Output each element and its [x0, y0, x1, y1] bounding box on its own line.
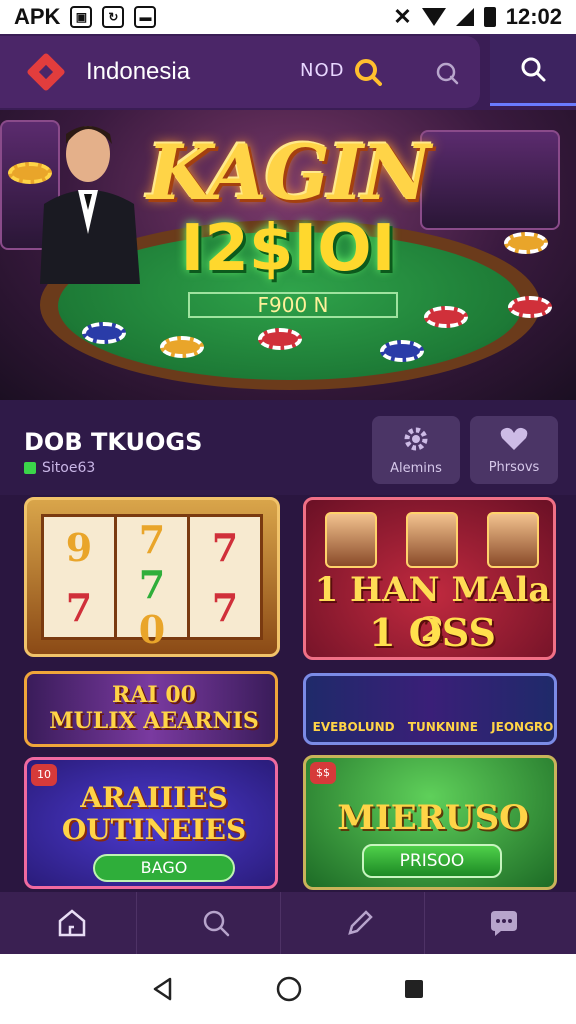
pencil-icon: [347, 910, 373, 935]
status-bar: APK ▣ ↻ ▬ ✕ 12:02: [0, 0, 576, 34]
banner-card[interactable]: RAI 00 MULIX AEARNIS: [24, 671, 278, 747]
hero-jackpot: I2$IOI: [180, 212, 396, 286]
section-subtitle-text: Sitoe63: [42, 460, 96, 476]
character-label: TUNKNINE: [407, 720, 478, 734]
status-right: ✕ 12:02: [393, 4, 562, 30]
bottom-nav: [0, 892, 576, 954]
hero-subtitle: F900 N: [188, 292, 398, 318]
banner-line: RAI 00: [112, 682, 196, 708]
promo-button[interactable]: BAGO: [93, 854, 235, 882]
logo-icon[interactable]: [26, 52, 66, 92]
reel-symbol: 7: [138, 517, 166, 562]
slot-reel: 7 7 0: [117, 517, 190, 652]
reel-symbol: 7: [138, 562, 166, 607]
header-code: NOD: [300, 60, 345, 81]
promo-line: ARAIIIES: [80, 781, 228, 814]
search-tab-icon: [521, 57, 546, 81]
gear-icon: [404, 427, 428, 450]
search-icon[interactable]: [354, 58, 382, 86]
character-label: EVEBOLUND: [312, 720, 395, 734]
status-label: APK: [14, 4, 61, 29]
ticket-subtitle: 1 OSS: [369, 610, 496, 655]
avatar: [325, 512, 378, 568]
character-label: JEONGRO: [491, 720, 554, 734]
nav-search[interactable]: [151, 892, 281, 954]
characters-card[interactable]: EVEBOLUND TUNKNINE JEONGRO: [303, 673, 557, 745]
slot-reel: 9 7: [44, 517, 117, 637]
player-avatars: [316, 512, 548, 568]
slot-reels: 9 7 7 7 0 7 7: [41, 514, 263, 652]
reel-symbol: 0: [138, 607, 166, 652]
signal-icon: [455, 8, 474, 26]
favorites-button[interactable]: Phrsovs: [470, 416, 558, 484]
status-time: 12:02: [505, 4, 562, 29]
avatar: [486, 512, 539, 568]
heart-icon: [500, 427, 528, 450]
reel-symbol: 9: [65, 524, 93, 570]
ticket-game-card[interactable]: 1 HAN MAla 2 1 OSS: [303, 497, 556, 660]
avatar: [405, 512, 458, 568]
chip-icon: [424, 306, 468, 328]
header-card: Indonesia NOD: [0, 36, 480, 108]
settings-label: Alemins: [390, 460, 442, 476]
slot-game-card[interactable]: 9 7 7 7 0 7 7: [24, 497, 280, 657]
home-circle-icon[interactable]: [275, 975, 303, 1003]
system-nav-bar: [0, 954, 576, 1024]
nav-edit[interactable]: [295, 892, 425, 954]
brand-name: Indonesia: [86, 58, 191, 85]
recents-icon[interactable]: [402, 977, 426, 1001]
green-promo-title: MIERUSO: [337, 798, 529, 838]
battery-icon: [483, 7, 496, 27]
character-labels: EVEBOLUND TUNKNINE JEONGRO: [306, 720, 554, 734]
badge-icon: $$: [310, 762, 336, 784]
settings-button[interactable]: Alemins: [372, 416, 460, 484]
vibrate-icon: ✕: [393, 4, 412, 29]
chip-icon: [82, 322, 126, 344]
promo-card[interactable]: 10 ARAIIIES OUTINEIES BAGO: [24, 757, 278, 889]
nav-chat[interactable]: [439, 892, 569, 954]
nav-home[interactable]: [7, 892, 137, 954]
reel-symbol: 7: [211, 524, 239, 570]
slot-reel: 7 7: [190, 517, 260, 637]
reel-symbol: 7: [211, 584, 239, 630]
zoom-icon[interactable]: [434, 60, 460, 86]
status-left: APK ▣ ↻ ▬: [14, 4, 157, 30]
online-indicator-icon: [24, 462, 36, 474]
sync-icon: ↻: [102, 6, 125, 28]
banner-title: RAI 00 MULIX AEARNIS: [27, 682, 275, 734]
promo-line: OUTINEIES: [61, 813, 247, 846]
chat-icon: [491, 911, 517, 936]
home-icon: [58, 909, 85, 937]
search-icon: [203, 910, 229, 937]
green-promo-button[interactable]: PRISOO: [362, 844, 502, 878]
message-icon: ▬: [134, 6, 157, 28]
green-promo-card[interactable]: $$ MIERUSO PRISOO: [303, 755, 557, 890]
reel-symbol: 7: [65, 584, 93, 630]
app-header: Indonesia NOD: [0, 34, 576, 110]
banner-line: MULIX AEARNIS: [49, 708, 259, 734]
hero-title: KAGIN: [147, 128, 431, 217]
promo-title: ARAIIIES OUTINEIES: [27, 781, 275, 846]
section-title: DOB TKUOGS: [24, 428, 203, 456]
section-subtitle: Sitoe63: [24, 460, 95, 476]
wifi-icon: [421, 8, 446, 26]
games-section-header: DOB TKUOGS Sitoe63 Alemins Phrsovs: [0, 400, 576, 495]
hero-banner[interactable]: KAGIN I2$IOI F900 N: [0, 110, 576, 400]
chip-icon: [380, 340, 424, 362]
image-icon: ▣: [70, 6, 93, 28]
chip-icon: [160, 336, 204, 358]
back-icon[interactable]: [150, 976, 176, 1002]
favorites-label: Phrsovs: [488, 459, 540, 475]
chip-icon: [258, 328, 302, 350]
search-button[interactable]: [490, 34, 576, 106]
chip-icon: [508, 296, 552, 318]
